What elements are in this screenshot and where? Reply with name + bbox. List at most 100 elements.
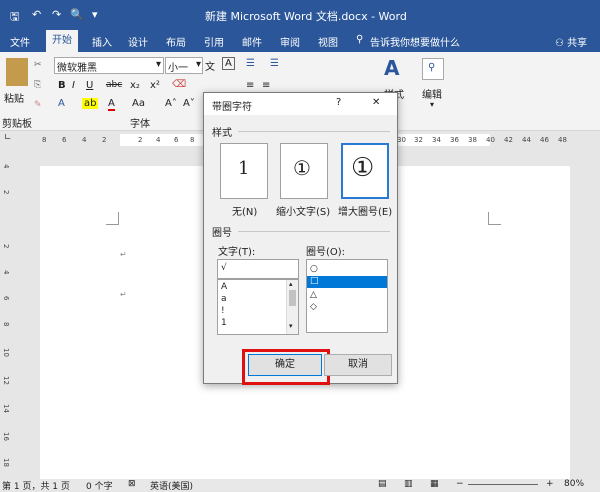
ruler-tick: 6 (62, 136, 67, 144)
text-effects-icon[interactable]: A (58, 98, 65, 109)
list-item[interactable]: a (221, 294, 227, 304)
paste-button[interactable]: 粘贴 (4, 90, 24, 105)
text-input[interactable]: √ (217, 259, 299, 279)
proofing-icon[interactable]: ⊠ (128, 479, 136, 489)
font-size-select[interactable]: 小一 ▾ (165, 57, 203, 74)
list-item[interactable]: 1 (221, 318, 227, 328)
style-label-none[interactable]: 无(N) (232, 203, 257, 218)
style-label-enlarge-symbol[interactable]: 增大圈号(E) (338, 203, 392, 218)
tab-layout[interactable]: 布局 (166, 34, 186, 49)
chevron-down-icon[interactable]: ▾ (289, 322, 293, 330)
qat-dropdown-icon[interactable]: ▾ (92, 8, 98, 21)
page-count[interactable]: 第 1 页，共 1 页 (2, 479, 70, 492)
print-layout-icon[interactable]: ▥ (404, 479, 413, 489)
list-item[interactable]: ! (221, 306, 225, 316)
list-item[interactable]: A (221, 282, 227, 292)
tell-me-box[interactable]: 告诉我你想要做什么 (370, 34, 460, 49)
zoom-slider[interactable] (468, 484, 538, 485)
search-icon[interactable]: ⚲ (356, 34, 363, 45)
tab-insert[interactable]: 插入 (92, 34, 112, 49)
close-button[interactable]: ✕ (372, 97, 380, 108)
tab-view[interactable]: 视图 (318, 34, 338, 49)
ruler-tick: 2 (138, 136, 143, 144)
ruler-tick: 4 (156, 136, 161, 144)
highlight-icon[interactable]: ab (82, 98, 99, 109)
zoom-in-icon[interactable]: + (546, 479, 554, 489)
cancel-button[interactable]: 取消 (324, 354, 392, 376)
style-option-none[interactable]: 1 (220, 143, 268, 199)
language-status[interactable]: 英语(美国) (150, 479, 193, 492)
shrink-font-button[interactable]: A˅ (183, 98, 195, 109)
vertical-ruler[interactable]: 4 2 2 4 6 8 10 12 14 16 18 (0, 150, 14, 475)
scroll-thumb[interactable] (289, 290, 296, 306)
numbering-icon[interactable]: ☰ (270, 58, 279, 69)
read-mode-icon[interactable]: ▤ (378, 479, 387, 489)
web-layout-icon[interactable]: ▦ (430, 479, 439, 489)
word-count[interactable]: 0 个字 (86, 479, 113, 492)
circle-listbox[interactable]: ○ □ △ ◇ (306, 259, 388, 333)
italic-button[interactable]: I (72, 80, 75, 91)
clipboard-group-label: 剪贴板 (2, 119, 32, 130)
tab-design[interactable]: 设计 (128, 34, 148, 49)
subscript-button[interactable]: x₂ (130, 80, 140, 91)
dialog-title: 带圈字符 (212, 102, 252, 113)
copy-icon[interactable]: ⎘ (34, 80, 41, 90)
cut-icon[interactable]: ✂ (34, 60, 42, 70)
ruler-tick: 4 (82, 136, 87, 144)
tab-stop-icon[interactable]: ∟ (4, 133, 12, 143)
ruler-tick: 32 (414, 136, 423, 144)
circle-label: 圈号(O): (306, 247, 346, 258)
paste-icon[interactable] (6, 58, 28, 86)
font-group-label: 字体 (130, 119, 150, 130)
chevron-down-icon: ▾ (430, 100, 435, 109)
list-item[interactable]: ◇ (310, 302, 317, 312)
selected-list-item[interactable]: □ (307, 276, 387, 288)
bullets-icon[interactable]: ☰ (246, 58, 255, 69)
clear-format-icon[interactable]: ⌫ (172, 79, 186, 90)
grow-font-button[interactable]: A˄ (165, 98, 177, 109)
ruler-tick: 18 (2, 458, 10, 467)
help-button[interactable]: ? (336, 97, 341, 108)
font-color-icon[interactable]: A (108, 98, 115, 111)
styles-icon[interactable]: A (384, 56, 399, 80)
editing-button[interactable]: 编辑 (422, 86, 442, 101)
tab-review[interactable]: 审阅 (280, 34, 300, 49)
list-item[interactable]: △ (310, 290, 317, 300)
ok-button[interactable]: 确定 (248, 354, 322, 376)
wen-icon[interactable]: 文 (205, 58, 215, 73)
zoom-out-icon[interactable]: − (456, 479, 464, 489)
ruler-tick: 6 (174, 136, 179, 144)
save-icon[interactable]: 🖫 (10, 8, 19, 27)
char-border-icon[interactable]: A (222, 57, 235, 70)
tab-home[interactable]: 开始 (46, 30, 78, 52)
zoom-level[interactable]: 80% (564, 479, 584, 489)
undo-icon[interactable]: ↶ (32, 8, 41, 21)
chevron-up-icon[interactable]: ▴ (289, 280, 293, 288)
text-listbox[interactable]: A a ! 1 ▴ ▾ (217, 279, 299, 335)
list-item[interactable]: ○ (310, 264, 318, 274)
style-option-shrink-text[interactable]: ① (280, 143, 328, 199)
ruler-tick: 48 (558, 136, 567, 144)
tab-mailings[interactable]: 邮件 (242, 34, 262, 49)
ruler-tick: 8 (190, 136, 195, 144)
share-button[interactable]: ⚇ 共享 (555, 34, 587, 49)
align-left-icon[interactable]: ≡ (246, 80, 254, 91)
print-preview-icon[interactable]: 🔍 (70, 8, 84, 21)
strikethrough-button[interactable]: abc (106, 80, 122, 90)
bold-button[interactable]: B (58, 80, 66, 91)
tab-file[interactable]: 文件 (10, 34, 30, 49)
underline-button[interactable]: U (86, 80, 93, 91)
ruler-tick: 34 (432, 136, 441, 144)
redo-icon[interactable]: ↷ (52, 8, 61, 21)
style-option-enlarge-symbol[interactable]: ① (341, 143, 389, 199)
font-name-select[interactable]: 微软雅黑 ▾ (54, 57, 164, 74)
scrollbar[interactable]: ▴ ▾ (286, 280, 298, 334)
margin-corner-mark (106, 212, 119, 225)
style-label-shrink-text[interactable]: 缩小文字(S) (276, 203, 330, 218)
superscript-button[interactable]: x² (150, 80, 160, 91)
align-center-icon[interactable]: ≡ (262, 80, 270, 91)
format-painter-icon[interactable]: ✎ (34, 100, 42, 110)
tab-references[interactable]: 引用 (204, 34, 224, 49)
change-case-button[interactable]: Aa (132, 98, 145, 109)
find-icon[interactable]: ⚲ (422, 58, 444, 80)
